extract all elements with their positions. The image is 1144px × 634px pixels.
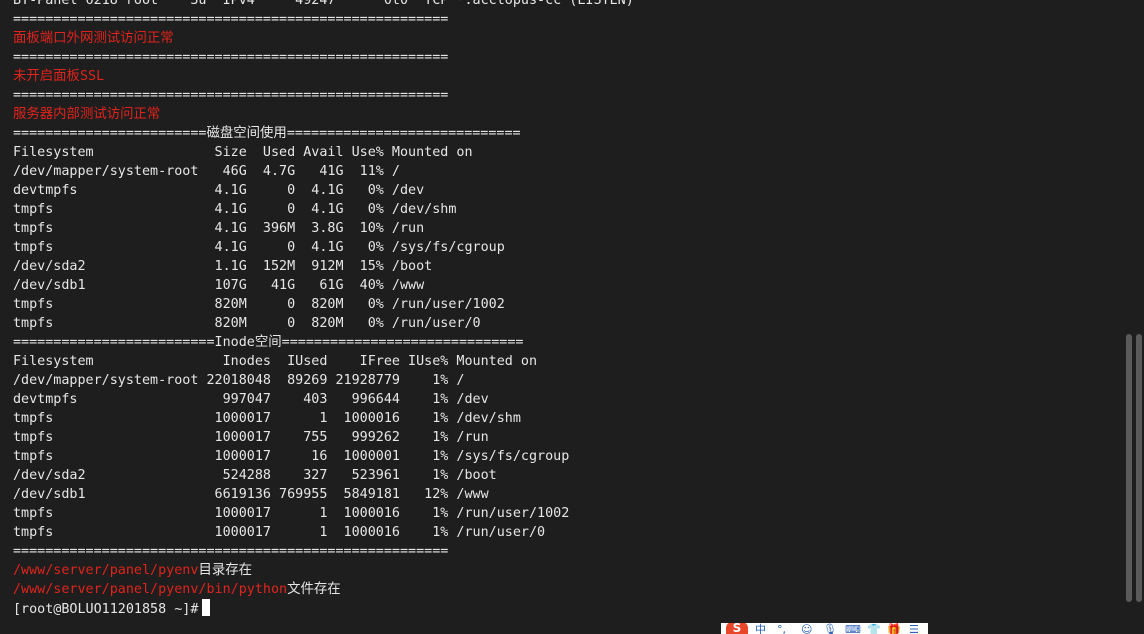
window-scrollbar-thumb[interactable] bbox=[1136, 334, 1142, 602]
emoji-icon[interactable]: ☺ bbox=[801, 624, 812, 634]
terminal-line: devtmpfs 4.1G 0 4.1G 0% /dev bbox=[13, 183, 425, 198]
terminal-line: ========================================… bbox=[13, 50, 449, 65]
terminal-line: 未开启面板SSL bbox=[13, 69, 105, 84]
ime-chinese-mode-toggle[interactable]: 中 bbox=[755, 624, 766, 634]
terminal-line: devtmpfs 997047 403 996644 1% /dev bbox=[13, 392, 489, 407]
text-cursor bbox=[202, 599, 211, 616]
terminal-line: Filesystem Size Used Avail Use% Mounted … bbox=[13, 145, 473, 160]
pyenv-dir-path: /www/server/panel/pyenv bbox=[13, 563, 199, 578]
pyenv-dir-status: 目录存在 bbox=[198, 563, 252, 578]
pyenv-dir-line: /www/server/panel/pyenv目录存在 bbox=[13, 561, 634, 580]
punctuation-icon[interactable]: °, bbox=[777, 624, 786, 634]
scrollbar-thumb[interactable] bbox=[1126, 334, 1132, 602]
terminal-line: /dev/sda2 1.1G 152M 912M 15% /boot bbox=[13, 259, 433, 274]
terminal-line: 面板端口外网测试访问正常 bbox=[13, 31, 174, 46]
terminal-line: 服务器内部测试访问正常 bbox=[13, 107, 161, 122]
terminal-line: /dev/sdb1 107G 41G 61G 40% /www bbox=[13, 278, 425, 293]
terminal-line: tmpfs 820M 0 820M 0% /run/user/1002 bbox=[13, 297, 505, 312]
terminal-window[interactable]: BT-Panel 6218 root 3u IPv4 49247 0t0 TCP… bbox=[0, 0, 1134, 634]
terminal-line: /dev/mapper/system-root 22018048 89269 2… bbox=[13, 373, 465, 388]
terminal-line: /dev/sda2 524288 327 523961 1% /boot bbox=[13, 468, 497, 483]
terminal-line: ========================================… bbox=[13, 88, 449, 103]
python-file-line: /www/server/panel/pyenv/bin/python文件存在 bbox=[13, 580, 634, 599]
terminal-line: tmpfs 820M 0 820M 0% /run/user/0 bbox=[13, 316, 481, 331]
terminal-line: tmpfs 4.1G 396M 3.8G 10% /run bbox=[13, 221, 425, 236]
terminal-line: tmpfs 1000017 1 1000016 1% /run/user/100… bbox=[13, 506, 570, 521]
toolbox-icon[interactable]: 🎁 bbox=[887, 624, 901, 634]
terminal-line: tmpfs 4.1G 0 4.1G 0% /sys/fs/cgroup bbox=[13, 240, 505, 255]
python-file-status: 文件存在 bbox=[287, 582, 341, 597]
terminal-line: ========================================… bbox=[13, 12, 449, 27]
terminal-line: =========================Inode空间========… bbox=[13, 335, 524, 350]
terminal-line: tmpfs 1000017 755 999262 1% /run bbox=[13, 430, 489, 445]
window-scrollbar[interactable] bbox=[1134, 0, 1144, 634]
sogou-logo-icon[interactable]: S bbox=[726, 623, 748, 634]
menu-icon[interactable]: ☰ bbox=[909, 624, 919, 634]
prompt-line[interactable]: [root@BOLUO11201858 ~]# bbox=[13, 599, 634, 618]
terminal-line: tmpfs 1000017 1 1000016 1% /run/user/0 bbox=[13, 525, 546, 540]
keyboard-icon[interactable]: ⌨ bbox=[845, 624, 861, 634]
terminal-line: tmpfs 1000017 16 1000001 1% /sys/fs/cgro… bbox=[13, 449, 570, 464]
terminal-line: tmpfs 4.1G 0 4.1G 0% /dev/shm bbox=[13, 202, 457, 217]
vertical-scrollbar[interactable] bbox=[1124, 0, 1134, 634]
terminal-line: /dev/sdb1 6619136 769955 5849181 12% /ww… bbox=[13, 487, 489, 502]
terminal-line: BT-Panel 6218 root 3u IPv4 49247 0t0 TCP… bbox=[13, 0, 634, 8]
terminal-line: /dev/mapper/system-root 46G 4.7G 41G 11%… bbox=[13, 164, 400, 179]
python-file-path: /www/server/panel/pyenv/bin/python bbox=[13, 582, 288, 597]
terminal-line: Filesystem Inodes IUsed IFree IUse% Moun… bbox=[13, 354, 538, 369]
terminal-line: tmpfs 1000017 1 1000016 1% /dev/shm bbox=[13, 411, 521, 426]
microphone-icon[interactable]: 🎙 bbox=[823, 624, 837, 634]
shell-prompt: [root@BOLUO11201858 ~]# bbox=[13, 602, 199, 617]
ime-toolbar[interactable]: S 中 °, ☺ 🎙 ⌨ 👕 🎁 ☰ bbox=[721, 623, 928, 634]
skin-icon[interactable]: 👕 bbox=[867, 624, 881, 634]
terminal-line: ========================================… bbox=[13, 544, 449, 559]
terminal-output: BT-Panel 6218 root 3u IPv4 49247 0t0 TCP… bbox=[13, 0, 634, 618]
terminal-line: ========================磁盘空间使用==========… bbox=[13, 126, 521, 141]
